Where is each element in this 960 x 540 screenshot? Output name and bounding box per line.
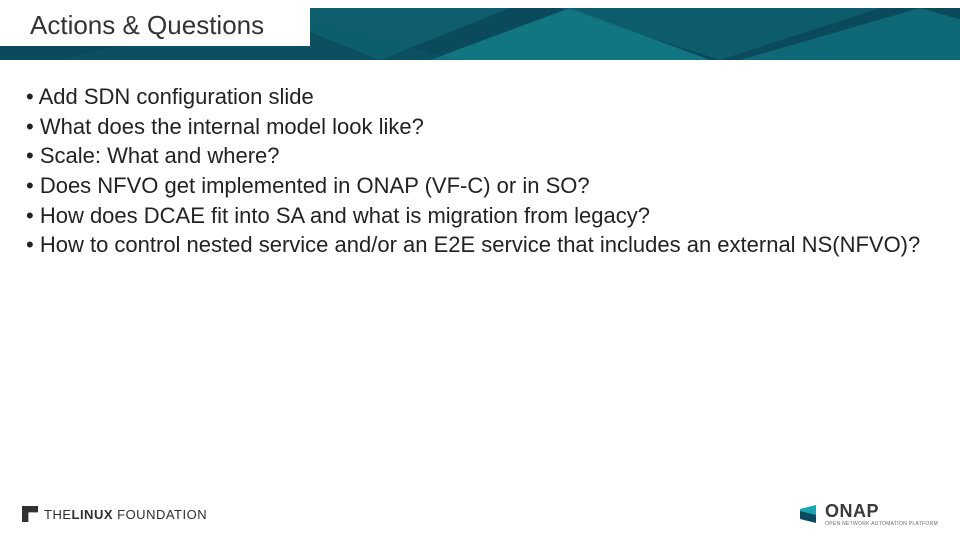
onap-mark-icon [797, 505, 819, 523]
list-item: Add SDN configuration slide [22, 82, 930, 112]
lf-mark-icon [22, 506, 38, 522]
list-item: How does DCAE fit into SA and what is mi… [22, 201, 930, 231]
list-item: What does the internal model look like? [22, 112, 930, 142]
onap-logo: ONAP OPEN NETWORK AUTOMATION PLATFORM [797, 502, 938, 527]
footer: THELINUX FOUNDATION ONAP OPEN NETWORK AU… [0, 496, 960, 532]
onap-text: ONAP [825, 502, 938, 520]
slide-title: Actions & Questions [30, 10, 264, 41]
content-area: Add SDN configuration slide What does th… [22, 82, 930, 260]
list-item: Scale: What and where? [22, 141, 930, 171]
onap-subtext: OPEN NETWORK AUTOMATION PLATFORM [825, 522, 938, 527]
list-item: How to control nested service and/or an … [22, 230, 930, 260]
lf-text: THELINUX FOUNDATION [44, 507, 207, 522]
bullet-list: Add SDN configuration slide What does th… [22, 82, 930, 260]
linux-foundation-logo: THELINUX FOUNDATION [22, 506, 207, 522]
list-item: Does NFVO get implemented in ONAP (VF-C)… [22, 171, 930, 201]
